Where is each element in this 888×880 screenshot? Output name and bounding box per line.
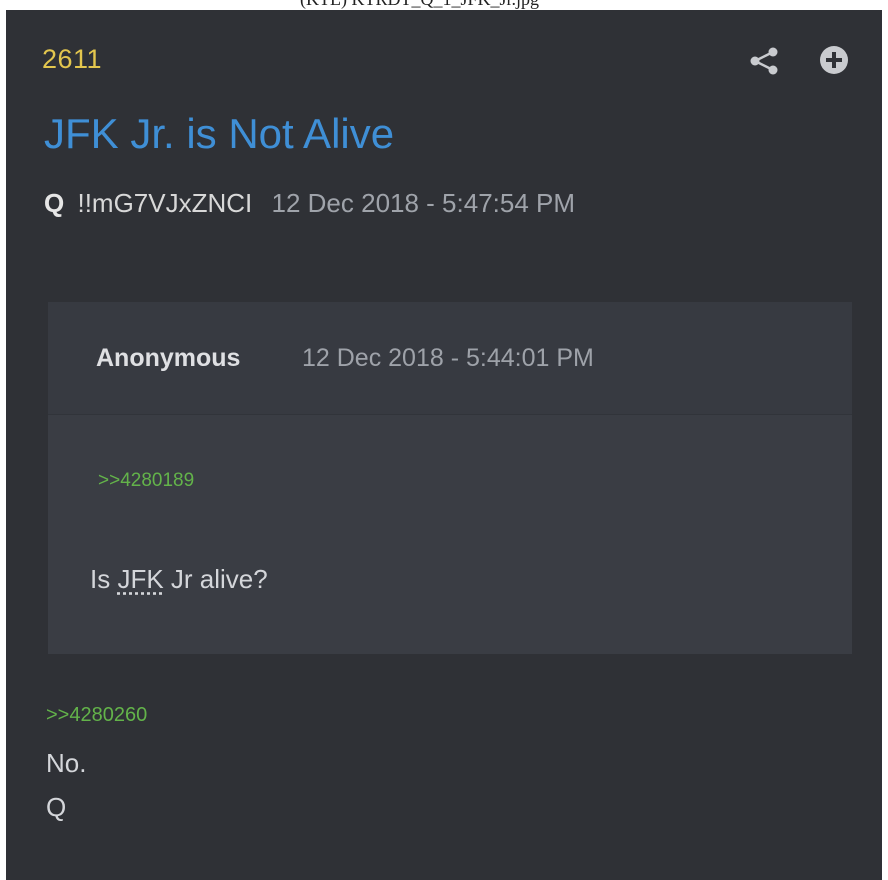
reply-text-line: No. bbox=[46, 748, 87, 778]
quoted-text-abbr[interactable]: JFK bbox=[117, 564, 163, 594]
post-meta: Q !!mG7VJxZNCI 12 Dec 2018 - 5:47:54 PM bbox=[44, 188, 575, 219]
quoted-text-prefix: Is bbox=[90, 564, 118, 594]
post-date: 12 Dec 2018 - 5:47:54 PM bbox=[271, 188, 576, 218]
quoted-text-suffix: Jr alive? bbox=[163, 564, 268, 594]
post-number: 2611 bbox=[42, 44, 103, 74]
quoted-text: Is JFK Jr alive? bbox=[90, 564, 268, 595]
post-card: 2611 JFK Jr. is Not Alive Q !!mG7VJxZNCI… bbox=[6, 10, 882, 880]
post-title[interactable]: JFK Jr. is Not Alive bbox=[44, 110, 394, 158]
quoted-post-header: Anonymous 12 Dec 2018 - 5:44:01 PM bbox=[48, 302, 852, 415]
top-caption-strip: (KTL) KTRDT_Q_1_JFK_Jr.jpg bbox=[0, 0, 888, 10]
top-caption: (KTL) KTRDT_Q_1_JFK_Jr.jpg bbox=[300, 0, 539, 10]
quoted-reference-link[interactable]: >>4280189 bbox=[98, 470, 194, 492]
quoted-date: 12 Dec 2018 - 5:44:01 PM bbox=[302, 344, 594, 372]
post-tripcode: !!mG7VJxZNCI bbox=[77, 188, 253, 218]
quoted-post: Anonymous 12 Dec 2018 - 5:44:01 PM >>428… bbox=[48, 302, 852, 654]
quoted-author: Anonymous bbox=[96, 344, 241, 372]
add-circle-icon[interactable] bbox=[818, 44, 850, 76]
post-author: Q bbox=[44, 188, 65, 218]
share-icon[interactable] bbox=[748, 46, 780, 76]
reply-reference-link[interactable]: >>4280260 bbox=[46, 704, 147, 727]
reply-signature: Q bbox=[46, 792, 67, 822]
